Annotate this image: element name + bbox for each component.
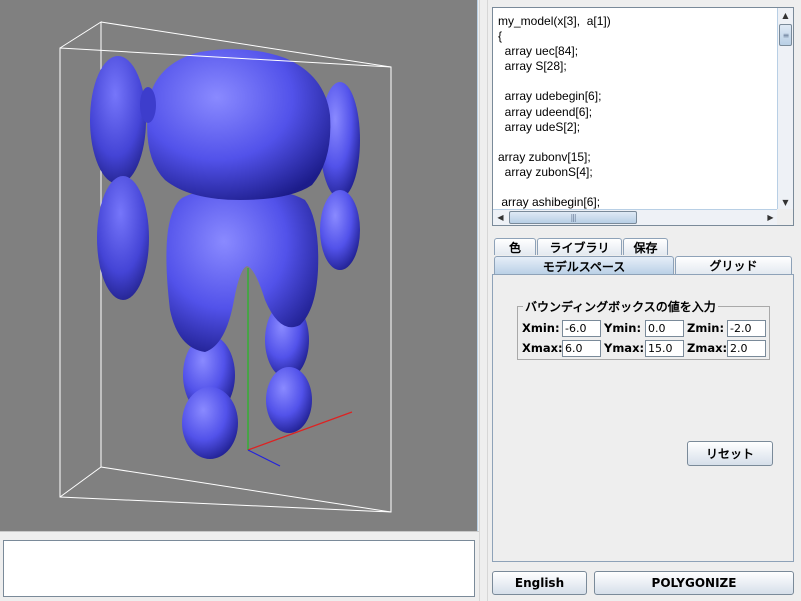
zmax-label: Zmax: <box>687 341 728 355</box>
horizontal-scrollbar[interactable]: ◀ ||| ▶ <box>493 209 778 225</box>
code-line: array zubonv[15]; <box>498 149 591 164</box>
model-render <box>59 21 392 513</box>
horizontal-scroll-thumb[interactable]: ||| <box>509 211 637 224</box>
vertical-scroll-thumb[interactable]: ≡ <box>779 24 792 46</box>
tab-label: 保存 <box>633 240 658 255</box>
scroll-right-icon[interactable]: ▶ <box>763 210 778 225</box>
code-line: { <box>498 29 503 44</box>
zmin-input[interactable] <box>727 320 766 337</box>
ymax-label: Ymax: <box>604 341 645 355</box>
english-button[interactable]: English <box>492 571 587 595</box>
tab-label: モデルスペース <box>542 259 626 274</box>
console-output[interactable] <box>3 540 475 597</box>
tab-label: ライブラリ <box>549 240 610 255</box>
code-editor[interactable]: my_model(x[3], a[1]){ array uec[84]; arr… <box>492 7 794 226</box>
tab-grid[interactable]: グリッド <box>675 256 792 274</box>
ymin-label: Ymin: <box>604 321 642 335</box>
scroll-corner <box>777 209 793 225</box>
code-line: array ashibegin[6]; <box>498 195 601 210</box>
split-pane-divider[interactable] <box>479 0 488 601</box>
code-line: array udebegin[6]; <box>498 89 602 104</box>
tab-model-space[interactable]: モデルスペース <box>494 256 674 275</box>
code-line: array S[28]; <box>498 59 567 74</box>
tab-save[interactable]: 保存 <box>623 238 668 255</box>
scroll-down-icon[interactable]: ▼ <box>778 195 793 210</box>
xmax-label: Xmax: <box>522 341 563 355</box>
model-space-panel: バウンディングボックスの値を入力 Xmin: Ymin: Zmin: Xmax:… <box>492 274 794 562</box>
3d-viewport[interactable] <box>0 0 478 531</box>
zmax-input[interactable] <box>727 340 766 357</box>
polygonize-button[interactable]: POLYGONIZE <box>594 571 794 595</box>
code-line: array uec[84]; <box>498 44 579 59</box>
left-arm <box>90 56 149 300</box>
tab-color[interactable]: 色 <box>494 238 536 255</box>
bounding-box-group: バウンディングボックスの値を入力 Xmin: Ymin: Zmin: Xmax:… <box>517 298 770 360</box>
bounding-box-title: バウンディングボックスの値を入力 <box>523 298 718 315</box>
vertical-scrollbar[interactable]: ▲ ≡ ▼ <box>777 8 793 210</box>
xmin-input[interactable] <box>562 320 601 337</box>
code-line: array udeS[2]; <box>498 119 581 134</box>
scroll-up-icon[interactable]: ▲ <box>778 8 793 23</box>
xmin-label: Xmin: <box>522 321 560 335</box>
code-line: my_model(x[3], a[1]) <box>498 14 611 28</box>
scroll-left-icon[interactable]: ◀ <box>493 210 508 225</box>
ymax-input[interactable] <box>645 340 684 357</box>
tab-label: 色 <box>508 240 521 255</box>
model-head <box>147 49 331 200</box>
model-ear <box>140 87 156 123</box>
code-line: array zubonS[4]; <box>498 164 593 179</box>
xmax-input[interactable] <box>562 340 601 357</box>
code-line: array udeend[6]; <box>498 104 593 119</box>
zmin-label: Zmin: <box>687 321 725 335</box>
code-text-area[interactable]: my_model(x[3], a[1]){ array uec[84]; arr… <box>493 8 778 210</box>
reset-button[interactable]: リセット <box>687 441 773 466</box>
viewport-divider[interactable] <box>0 531 479 539</box>
tab-library[interactable]: ライブラリ <box>537 238 622 255</box>
ymin-input[interactable] <box>645 320 684 337</box>
tab-label: グリッド <box>709 259 758 273</box>
